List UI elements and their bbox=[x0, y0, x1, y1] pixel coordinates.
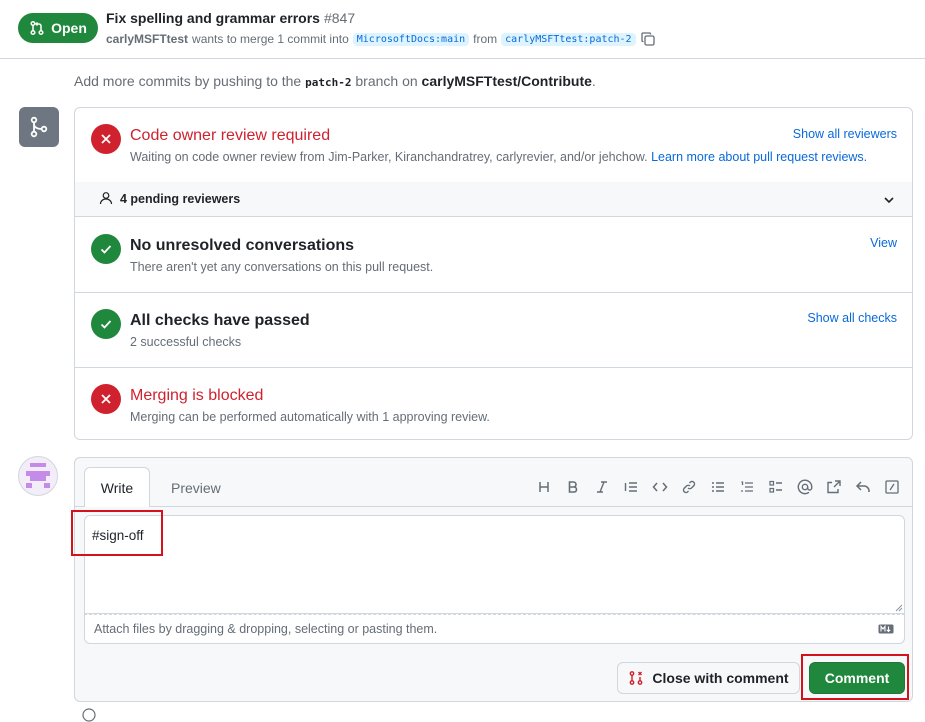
tab-preview[interactable]: Preview bbox=[171, 480, 221, 496]
push-hint-middle: branch on bbox=[355, 73, 418, 89]
slash-command-icon[interactable] bbox=[882, 477, 902, 497]
show-all-checks-link[interactable]: Show all checks bbox=[807, 311, 897, 325]
comment-tabbar: Write Preview bbox=[75, 458, 912, 507]
quote-icon[interactable] bbox=[621, 477, 641, 497]
merge-status-icon bbox=[19, 107, 59, 147]
markdown-toolbar bbox=[534, 477, 902, 497]
comment-button[interactable]: Comment bbox=[809, 662, 905, 694]
mention-icon[interactable] bbox=[795, 477, 815, 497]
pr-number: #847 bbox=[323, 10, 356, 26]
heading-icon[interactable] bbox=[534, 477, 554, 497]
push-hint-repo: carlyMSFTtest/Contribute bbox=[421, 73, 592, 89]
avatar[interactable] bbox=[18, 456, 58, 496]
merge-blocked-subtitle: Merging can be performed automatically w… bbox=[130, 410, 490, 424]
code-owner-section: Code owner review required Waiting on co… bbox=[75, 108, 912, 182]
push-hint-branch: patch-2 bbox=[305, 76, 352, 89]
pr-title: Fix spelling and grammar errors #847 bbox=[106, 10, 355, 26]
bold-icon[interactable] bbox=[563, 477, 583, 497]
attach-files-hint: Attach files by dragging & dropping, sel… bbox=[94, 622, 438, 636]
chevron-down-icon bbox=[882, 193, 896, 207]
code-owner-subtitle-text: Waiting on code owner review from Jim-Pa… bbox=[130, 150, 648, 164]
check-circle-icon bbox=[91, 234, 121, 264]
pr-meta: carlyMSFTtest wants to merge 1 commit in… bbox=[106, 31, 656, 47]
reply-icon[interactable] bbox=[853, 477, 873, 497]
cross-reference-icon[interactable] bbox=[824, 477, 844, 497]
conversations-title: No unresolved conversations bbox=[130, 237, 355, 254]
merge-blocked-section: Merging is blocked Merging can be perfor… bbox=[75, 367, 912, 439]
pull-request-closed-icon bbox=[628, 670, 644, 686]
comment-box: Write Preview #sign-off Attach files by … bbox=[74, 457, 913, 702]
conversations-section: No unresolved conversations There aren't… bbox=[75, 217, 912, 292]
copy-icon[interactable] bbox=[640, 31, 656, 47]
pending-reviewers-label: 4 pending reviewers bbox=[120, 192, 241, 206]
attach-files-area[interactable]: Attach files by dragging & dropping, sel… bbox=[84, 614, 905, 644]
comment-text: #sign-off bbox=[92, 528, 144, 543]
merge-box: Code owner review required Waiting on co… bbox=[74, 107, 913, 440]
merge-blocked-title: Merging is blocked bbox=[130, 387, 264, 404]
pr-merge-text: wants to merge 1 commit into bbox=[192, 32, 349, 46]
push-hint-prefix: Add more commits by pushing to the bbox=[74, 73, 302, 89]
pr-from-text: from bbox=[473, 32, 498, 46]
view-conversations-link[interactable]: View bbox=[870, 236, 897, 250]
close-with-comment-label: Close with comment bbox=[652, 670, 789, 686]
head-branch[interactable]: carlyMSFTtest:patch-2 bbox=[501, 32, 636, 46]
resize-handle-icon[interactable] bbox=[895, 604, 903, 612]
push-hint: Add more commits by pushing to the patch… bbox=[74, 73, 596, 89]
footer-info-icon bbox=[82, 708, 96, 722]
code-icon[interactable] bbox=[650, 477, 670, 497]
tab-write[interactable]: Write bbox=[84, 467, 150, 507]
x-circle-icon bbox=[91, 384, 121, 414]
pull-request-icon bbox=[29, 20, 45, 36]
link-icon[interactable] bbox=[679, 477, 699, 497]
pr-state-label: Open bbox=[51, 20, 87, 36]
git-merge-icon bbox=[30, 116, 48, 138]
conversations-subtitle: There aren't yet any conversations on th… bbox=[130, 260, 434, 274]
ordered-list-icon[interactable] bbox=[737, 477, 757, 497]
pr-header: Open Fix spelling and grammar errors #847… bbox=[0, 0, 925, 59]
unordered-list-icon[interactable] bbox=[708, 477, 728, 497]
base-branch[interactable]: MicrosoftDocs:main bbox=[352, 32, 470, 46]
code-owner-title: Code owner review required bbox=[130, 127, 331, 144]
checks-subtitle: 2 successful checks bbox=[130, 335, 242, 349]
check-circle-icon bbox=[91, 309, 121, 339]
close-with-comment-button[interactable]: Close with comment bbox=[617, 662, 800, 694]
task-list-icon[interactable] bbox=[766, 477, 786, 497]
pr-author-link[interactable]: carlyMSFTtest bbox=[106, 32, 188, 46]
pr-state-badge: Open bbox=[18, 13, 98, 43]
checks-title: All checks have passed bbox=[130, 312, 310, 329]
code-owner-subtitle: Waiting on code owner review from Jim-Pa… bbox=[130, 150, 867, 164]
person-icon bbox=[99, 191, 113, 205]
comment-textarea[interactable]: #sign-off bbox=[84, 515, 905, 614]
learn-more-link[interactable]: Learn more about pull request reviews. bbox=[651, 150, 867, 164]
x-circle-icon bbox=[91, 124, 121, 154]
italic-icon[interactable] bbox=[592, 477, 612, 497]
push-hint-suffix: . bbox=[591, 73, 596, 89]
pending-reviewers-toggle[interactable]: 4 pending reviewers bbox=[75, 182, 912, 217]
markdown-icon[interactable] bbox=[878, 624, 894, 634]
pr-title-text: Fix spelling and grammar errors bbox=[106, 10, 320, 26]
checks-section: All checks have passed 2 successful chec… bbox=[75, 292, 912, 367]
show-all-reviewers-link[interactable]: Show all reviewers bbox=[793, 127, 897, 141]
